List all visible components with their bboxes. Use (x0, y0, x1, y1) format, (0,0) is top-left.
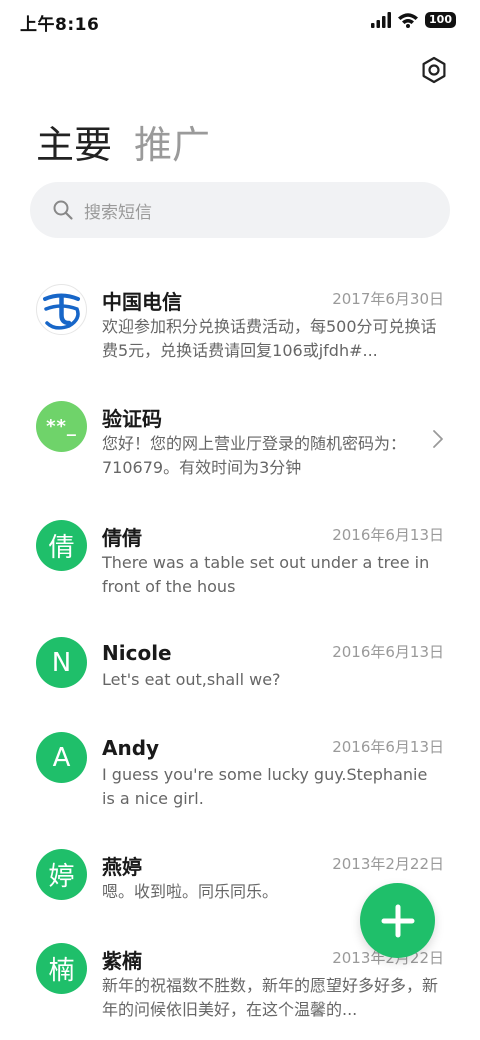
avatar: 倩 (36, 520, 87, 571)
message-date: 2016年6月13日 (332, 526, 444, 544)
search-icon (53, 200, 73, 220)
avatar: 婷 (36, 849, 87, 900)
contact-name: 验证码 (102, 407, 162, 431)
contact-name: Nicole (102, 641, 172, 665)
conversation-row[interactable]: **_ 验证码 您好！您的网上营业厅登录的随机密码为：710679。有效时间为3… (0, 401, 480, 501)
conversation-row[interactable]: N Nicole 2016年6月13日 Let's eat out,shall … (0, 637, 480, 737)
search-input[interactable]: 搜索短信 (30, 182, 450, 238)
message-preview: 欢迎参加积分兑换话费活动，每500分可兑换话费5元，兑换话费请回复106或jfd… (102, 317, 437, 360)
battery-icon: 100 (425, 12, 456, 28)
status-bar: 上午8:16 100 (0, 0, 480, 44)
settings-icon (422, 56, 446, 84)
tab-promotions[interactable]: 推广 (134, 114, 210, 169)
search-placeholder: 搜索短信 (84, 202, 152, 223)
wifi-icon (398, 13, 419, 28)
contact-name: 中国电信 (102, 290, 182, 314)
tab-primary[interactable]: 主要 (36, 114, 112, 169)
conversation-row[interactable]: 中国电信 2017年6月30日 欢迎参加积分兑换话费活动，每500分可兑换话费5… (0, 284, 480, 384)
message-date: 2017年6月30日 (332, 290, 444, 308)
message-preview: 新年的祝福数不胜数，新年的愿望好多好多，新年的问候依旧美好，在这个温馨的... (102, 976, 439, 1019)
conversation-row[interactable]: A Andy 2016年6月13日 I guess you're some lu… (0, 732, 480, 832)
avatar: A (36, 732, 87, 783)
message-preview: Let's eat out,shall we? (102, 670, 281, 689)
message-date: 2016年6月13日 (332, 738, 444, 756)
message-preview: I guess you're some lucky guy.Stephanie … (102, 765, 428, 808)
message-date: 2013年2月22日 (332, 855, 444, 873)
compose-button[interactable] (360, 883, 435, 958)
settings-button[interactable] (416, 52, 452, 88)
china-telecom-logo-icon (36, 284, 87, 335)
avatar: 楠 (36, 943, 87, 994)
message-preview: There was a table set out under a tree i… (102, 553, 430, 596)
contact-name: Andy (102, 736, 160, 760)
status-icons: 100 (371, 12, 456, 28)
contact-name: 倩倩 (102, 526, 142, 550)
contact-name: 燕婷 (102, 855, 142, 879)
avatar: N (36, 637, 87, 688)
contact-name: 紫楠 (102, 949, 142, 973)
message-preview: 您好！您的网上营业厅登录的随机密码为：710679。有效时间为3分钟 (102, 434, 407, 477)
tab-bar: 主要 推广 (36, 114, 210, 169)
status-time: 上午8:16 (20, 15, 100, 35)
avatar: **_ (36, 401, 87, 452)
signal-icon (371, 12, 392, 28)
message-date: 2016年6月13日 (332, 643, 444, 661)
plus-icon (381, 904, 414, 937)
conversation-row[interactable]: 楠 紫楠 2013年2月22日 新年的祝福数不胜数，新年的愿望好多好多，新年的问… (0, 943, 480, 1040)
conversation-row[interactable]: 倩 倩倩 2016年6月13日 There was a table set ou… (0, 520, 480, 620)
